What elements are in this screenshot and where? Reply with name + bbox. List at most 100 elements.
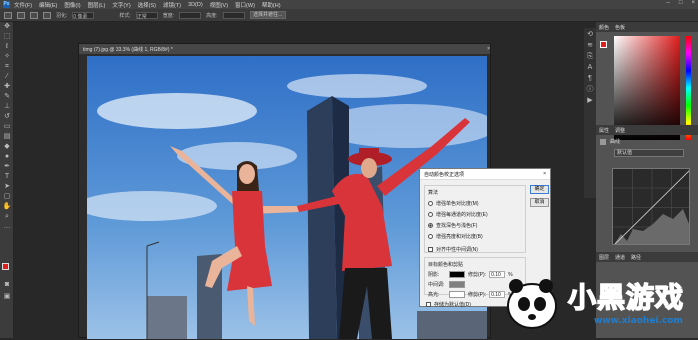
curves-icon bbox=[600, 138, 606, 145]
marquee-icon[interactable]: ⬚ bbox=[2, 33, 12, 41]
menu-window[interactable]: 窗口(W) bbox=[235, 1, 255, 9]
menu-layer[interactable]: 图层(L) bbox=[88, 1, 106, 9]
curves-graph[interactable] bbox=[612, 168, 690, 245]
menu-file[interactable]: 文件(F) bbox=[14, 1, 32, 9]
tab-swatches[interactable]: 色板 bbox=[615, 24, 625, 31]
radio-mono-contrast[interactable] bbox=[428, 201, 433, 206]
panel-icon-strip: ⟲ ≋ ⎘ A ¶ ⓘ ▶ bbox=[584, 28, 596, 198]
marquee-tool-icon[interactable] bbox=[4, 11, 12, 19]
menu-edit[interactable]: 编辑(E) bbox=[39, 1, 57, 9]
type-icon[interactable]: T bbox=[2, 173, 12, 181]
site-watermark: 小黑游戏 www.xiaohei.com bbox=[500, 262, 698, 338]
menu-filter[interactable]: 滤镜(T) bbox=[163, 1, 181, 9]
maximize-icon[interactable]: □ bbox=[679, 0, 683, 6]
eraser-icon[interactable]: ▭ bbox=[2, 123, 12, 131]
history-brush-icon[interactable]: ↺ bbox=[2, 113, 12, 121]
photoshop-logo: Ps bbox=[3, 1, 10, 8]
shape-icon[interactable]: ▢ bbox=[2, 193, 12, 201]
panel-foreground-swatch[interactable] bbox=[600, 41, 607, 48]
tab-adjustments[interactable]: 调整 bbox=[615, 127, 625, 134]
tab-channels[interactable]: 通道 bbox=[615, 254, 625, 261]
brand-url: www.xiaohei.com bbox=[594, 316, 683, 326]
preset-select[interactable]: 默认值 bbox=[614, 149, 684, 157]
document-close-icon[interactable]: × bbox=[487, 46, 490, 52]
close-icon[interactable]: × bbox=[691, 0, 695, 6]
tab-paths[interactable]: 路径 bbox=[631, 254, 641, 261]
radio-dark-light[interactable] bbox=[428, 223, 433, 228]
lasso-icon[interactable]: ℓ bbox=[2, 43, 12, 51]
save-default-option[interactable]: 存储为默认值(D) bbox=[426, 301, 471, 308]
crop-icon[interactable]: ⌗ bbox=[2, 63, 12, 71]
style-label: 样式: bbox=[119, 12, 131, 19]
menu-help[interactable]: 帮助(H) bbox=[262, 1, 281, 9]
screen-mode-icon[interactable]: ▣ bbox=[2, 293, 12, 301]
layers-panel-tabs: 图层 通道 路径 bbox=[596, 252, 698, 262]
menu-select[interactable]: 选择(S) bbox=[138, 1, 156, 9]
history-icon[interactable]: ⟲ bbox=[586, 31, 594, 39]
new-selection-icon[interactable] bbox=[17, 11, 25, 19]
ok-button[interactable]: 确定 bbox=[530, 185, 549, 194]
highlights-clip-label: 修剪(P): bbox=[468, 292, 487, 298]
highlights-swatch[interactable] bbox=[449, 291, 465, 298]
gradient-icon[interactable]: ▤ bbox=[2, 133, 12, 141]
dialog-close-icon[interactable]: × bbox=[543, 171, 546, 177]
stamp-icon[interactable]: ⊥ bbox=[2, 103, 12, 111]
refine-edge-button[interactable]: 选择并遮住... bbox=[249, 11, 286, 19]
width-input[interactable] bbox=[179, 11, 202, 19]
option-brightness-contrast[interactable]: 增强亮度和对比度(B) bbox=[428, 233, 522, 240]
tab-layers[interactable]: 图层 bbox=[599, 254, 609, 261]
menu-image[interactable]: 图像(I) bbox=[64, 1, 80, 9]
shadows-label: 阴影: bbox=[428, 272, 440, 278]
cancel-button[interactable]: 取消 bbox=[530, 198, 549, 207]
magic-wand-icon[interactable]: ✧ bbox=[2, 53, 12, 61]
option-mono-contrast[interactable]: 增强单色对比度(M) bbox=[428, 200, 522, 207]
brush-icon[interactable]: ✎ bbox=[2, 93, 12, 101]
brand-name: 小黑游戏 bbox=[567, 280, 685, 315]
add-selection-icon[interactable] bbox=[30, 11, 38, 19]
hand-icon[interactable]: ✋ bbox=[2, 203, 12, 211]
brush-settings-icon[interactable]: ≋ bbox=[586, 42, 594, 50]
shadows-clip-label: 修剪(P): bbox=[468, 272, 487, 278]
radio-per-channel[interactable] bbox=[428, 212, 433, 217]
option-per-channel[interactable]: 增强每通道的对比度(E) bbox=[428, 211, 522, 218]
pen-icon[interactable]: ✒ bbox=[2, 163, 12, 171]
dialog-titlebar: 自动颜色校正选项 × bbox=[420, 169, 550, 180]
menu-type[interactable]: 文字(Y) bbox=[112, 1, 130, 9]
properties-panel-tabs: 属性 调整 bbox=[596, 125, 698, 135]
tab-color[interactable]: 颜色 bbox=[599, 24, 609, 31]
paragraph-icon[interactable]: ¶ bbox=[586, 75, 594, 83]
dodge-icon[interactable]: ● bbox=[2, 153, 12, 161]
save-default-checkbox[interactable] bbox=[426, 302, 431, 307]
eyedropper-icon[interactable]: ⁄ bbox=[2, 73, 12, 81]
shadows-swatch[interactable] bbox=[449, 271, 465, 278]
actions-icon[interactable]: ▶ bbox=[586, 97, 594, 105]
height-input[interactable] bbox=[222, 11, 245, 19]
minimize-icon[interactable]: – bbox=[667, 0, 670, 6]
quick-mask-icon[interactable]: ◙ bbox=[2, 281, 12, 289]
blur-icon[interactable]: ◆ bbox=[2, 143, 12, 151]
subtract-selection-icon[interactable] bbox=[43, 11, 51, 19]
option-dark-light[interactable]: 查找深色与浅色(F) bbox=[428, 222, 522, 229]
radio-brightness-contrast[interactable] bbox=[428, 234, 433, 239]
more-tools-icon[interactable]: … bbox=[2, 223, 12, 231]
foreground-color-swatch[interactable] bbox=[2, 263, 9, 270]
snap-neutral-option[interactable]: 对齐中性中间调(N) bbox=[428, 246, 522, 253]
midtones-swatch[interactable] bbox=[449, 281, 465, 288]
style-select[interactable]: 正常 bbox=[135, 11, 158, 20]
info-icon[interactable]: ⓘ bbox=[586, 86, 594, 94]
feather-input[interactable]: 0 像素 bbox=[72, 11, 95, 20]
menu-view[interactable]: 视图(V) bbox=[210, 1, 228, 9]
document-tab[interactable]: timg (7).jpg @ 33.3% (曲线 1, RGB/8#) * × bbox=[79, 44, 490, 54]
width-label: 宽度: bbox=[162, 12, 175, 19]
move-tool-icon[interactable]: ✥ bbox=[2, 23, 12, 31]
character-icon[interactable]: A bbox=[586, 64, 594, 72]
highlights-label: 高光: bbox=[428, 292, 440, 298]
clone-source-icon[interactable]: ⎘ bbox=[586, 53, 594, 61]
healing-brush-icon[interactable]: ✚ bbox=[2, 83, 12, 91]
path-select-icon[interactable]: ➤ bbox=[2, 183, 12, 191]
zoom-icon[interactable]: ⌕ bbox=[2, 213, 12, 221]
menu-3d[interactable]: 3D(D) bbox=[188, 2, 203, 8]
dialog-title: 自动颜色校正选项 bbox=[424, 171, 465, 178]
tab-properties[interactable]: 属性 bbox=[599, 127, 609, 134]
snap-neutral-checkbox[interactable] bbox=[428, 247, 433, 252]
